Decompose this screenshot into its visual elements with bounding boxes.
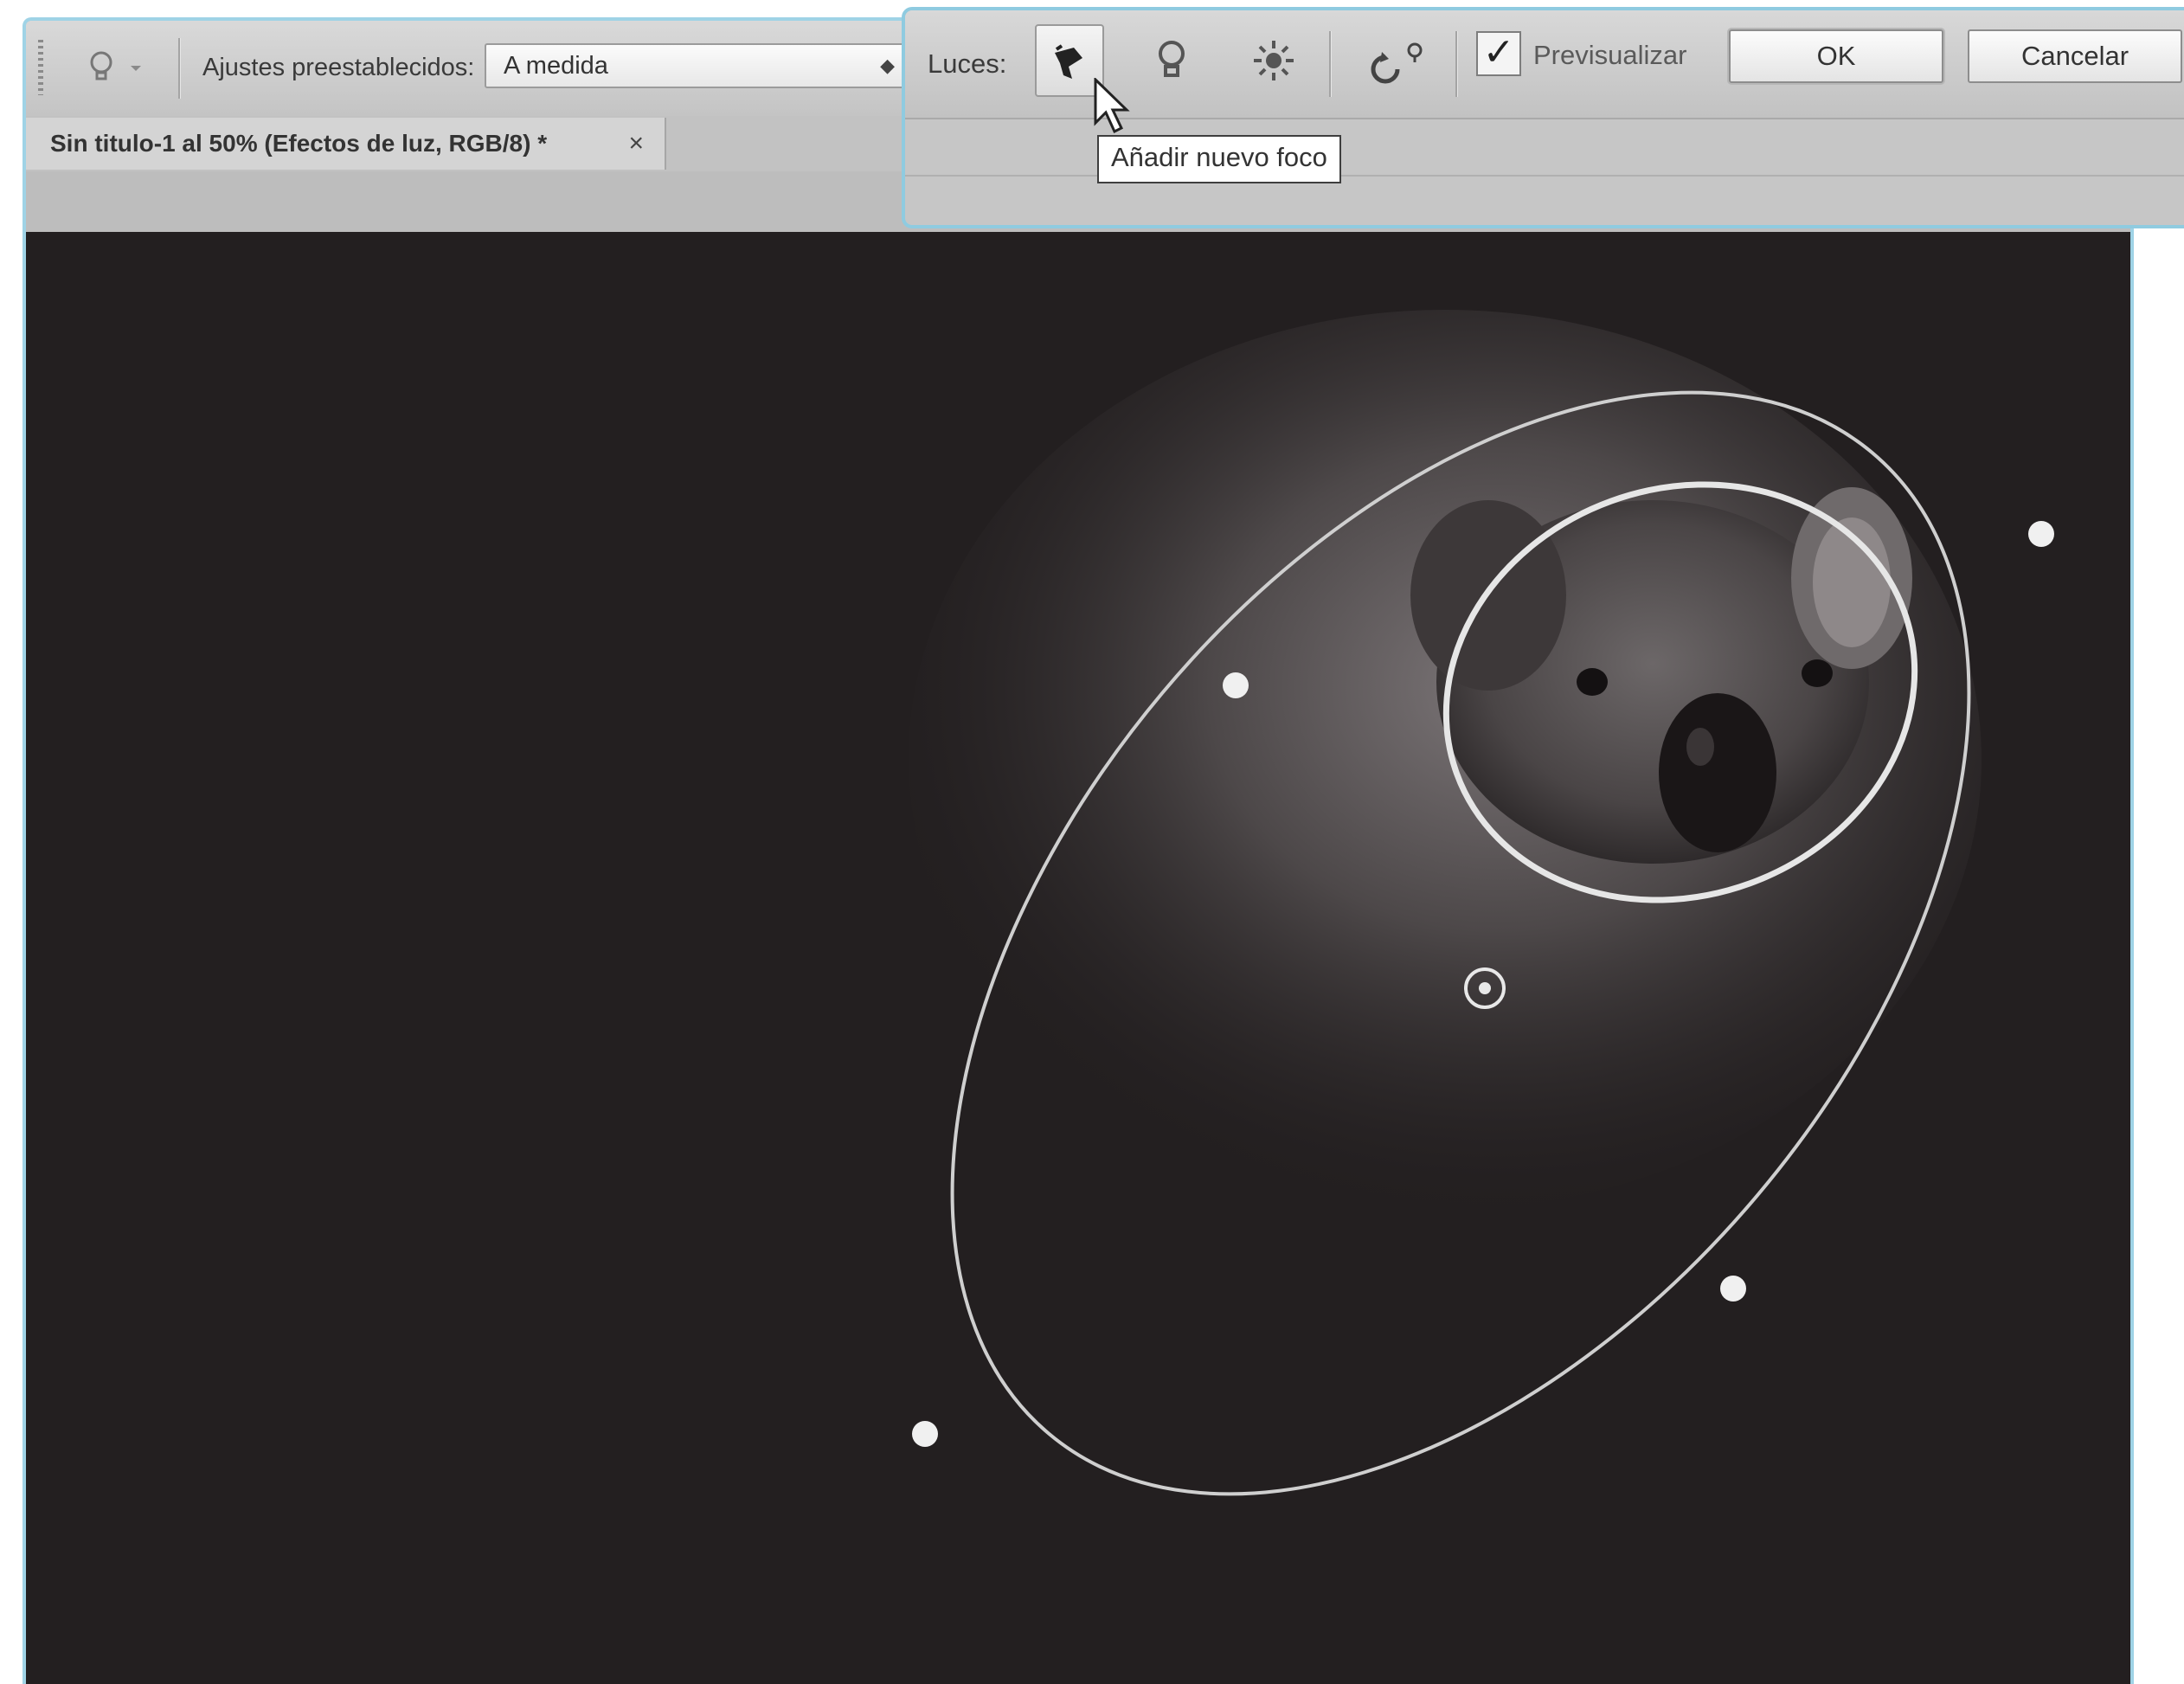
cancel-button[interactable]: Cancelar (1968, 29, 2182, 83)
document-tab-title: Sin titulo-1 al 50% (Efectos de luz, RGB… (50, 130, 548, 157)
lights-label: Luces: (928, 48, 1007, 79)
mouse-cursor-icon (1092, 76, 1135, 143)
add-point-light-button[interactable] (1137, 24, 1206, 97)
ok-button[interactable]: OK (1729, 29, 1943, 83)
chevron-down-icon[interactable] (123, 45, 149, 92)
preset-select[interactable]: A medida ◆ (485, 43, 909, 88)
add-infinite-light-button[interactable] (1239, 24, 1308, 97)
preview-checkbox[interactable]: ✓ (1476, 31, 1521, 76)
ellipse-handle-top-left[interactable] (1223, 672, 1249, 698)
select-arrows-icon: ◆ (880, 55, 895, 76)
ellipse-handle-bottom-right[interactable] (1720, 1276, 1746, 1302)
lightbulb-icon[interactable] (80, 45, 123, 92)
close-tab-icon[interactable]: × (628, 118, 644, 170)
koala-photo (909, 310, 1982, 1210)
reset-lights-button[interactable] (1359, 24, 1436, 97)
add-spot-light-icon (1055, 44, 1082, 79)
image-canvas[interactable] (26, 232, 2130, 1684)
preset-value: A medida (504, 52, 608, 80)
toolbar-divider (178, 38, 181, 99)
canvas-edge (2132, 232, 2134, 1684)
ellipse-handle-top-right[interactable] (2028, 521, 2054, 547)
presets-label: Ajustes preestablecidos: (202, 54, 475, 81)
ellipse-handle-bottom-left[interactable] (912, 1421, 938, 1447)
toolbar-grip[interactable] (38, 40, 43, 95)
lights-divider (1329, 31, 1332, 97)
add-infinite-light-icon (1254, 41, 1294, 80)
document-tab[interactable]: Sin titulo-1 al 50% (Efectos de luz, RGB… (26, 118, 666, 170)
lights-divider-2 (1455, 31, 1458, 97)
reset-lights-icon (1371, 42, 1423, 84)
app-window: Ajustes preestablecidos: A medida ◆ Sin … (22, 17, 2134, 1684)
add-point-light-icon (1159, 41, 1185, 77)
preview-label: Previsualizar (1533, 40, 1687, 70)
